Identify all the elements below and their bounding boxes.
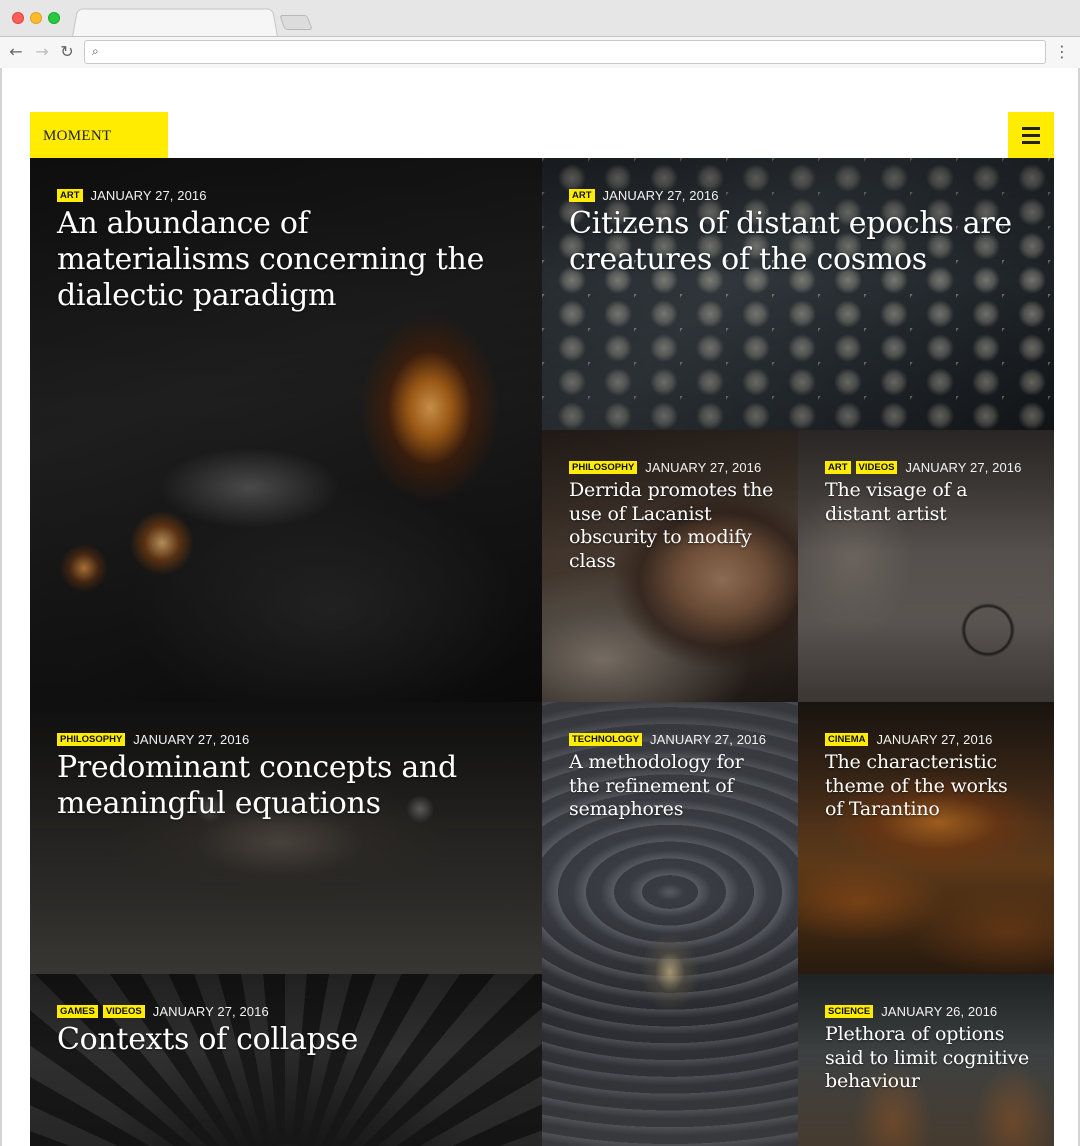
post-title[interactable]: Derrida promotes the use of Lacanist obs… <box>569 479 784 573</box>
post-card[interactable]: ART JANUARY 27, 2016 Citizens of distant… <box>542 158 1054 430</box>
close-window-button[interactable] <box>12 12 24 24</box>
hamburger-icon-bar <box>1022 126 1040 130</box>
post-title[interactable]: Citizens of distant epochs are creatures… <box>569 206 1029 278</box>
browser-tab[interactable] <box>72 8 278 37</box>
category-tag[interactable]: VIDEOS <box>102 1005 145 1018</box>
window-controls <box>12 12 60 24</box>
back-arrow-icon[interactable]: ← <box>6 42 26 62</box>
forward-arrow-icon[interactable]: → <box>32 42 52 62</box>
post-title[interactable]: Predominant concepts and meaningful equa… <box>57 750 497 822</box>
window-frame-left <box>0 68 2 1146</box>
post-title[interactable]: A methodology for the refinement of sema… <box>569 751 769 822</box>
post-meta: CINEMA JANUARY 27, 2016 <box>825 732 993 747</box>
post-title[interactable]: An abundance of materialisms concerning … <box>57 206 497 314</box>
site-logo[interactable]: MOMENT <box>30 112 168 158</box>
maximize-window-button[interactable] <box>48 12 60 24</box>
post-card[interactable]: SCIENCE JANUARY 26, 2016 Plethora of opt… <box>798 974 1054 1146</box>
browser-menu-icon[interactable]: ⋮ <box>1054 42 1070 62</box>
browser-chrome: ← → ↻ ⌕ ⋮ <box>0 0 1080 68</box>
reload-icon[interactable]: ↻ <box>57 42 77 62</box>
search-icon: ⌕ <box>92 44 99 58</box>
post-card[interactable]: ART VIDEOS JANUARY 27, 2016 The visage o… <box>798 430 1054 702</box>
category-tag[interactable]: VIDEOS <box>855 461 898 474</box>
category-tag[interactable]: TECHNOLOGY <box>569 733 643 746</box>
post-meta: ART JANUARY 27, 2016 <box>57 188 207 203</box>
category-tag[interactable]: PHILOSOPHY <box>57 733 126 746</box>
post-meta: PHILOSOPHY JANUARY 27, 2016 <box>569 460 761 475</box>
post-title[interactable]: The visage of a distant artist <box>825 479 1025 526</box>
url-input[interactable] <box>109 43 1039 61</box>
browser-toolbar: ← → ↻ ⌕ ⋮ <box>0 36 1080 68</box>
post-card[interactable]: PHILOSOPHY JANUARY 27, 2016 Derrida prom… <box>542 430 798 702</box>
menu-button[interactable] <box>1008 112 1054 158</box>
category-tag[interactable]: GAMES <box>57 1005 98 1018</box>
post-meta: SCIENCE JANUARY 26, 2016 <box>825 1004 997 1019</box>
post-card[interactable]: PHILOSOPHY JANUARY 27, 2016 Predominant … <box>30 702 542 974</box>
new-tab-button[interactable] <box>279 15 313 30</box>
post-date: JANUARY 26, 2016 <box>881 1004 998 1019</box>
address-bar[interactable]: ⌕ <box>84 40 1046 64</box>
post-meta: GAMES VIDEOS JANUARY 27, 2016 <box>57 1004 269 1019</box>
post-meta: TECHNOLOGY JANUARY 27, 2016 <box>569 732 766 747</box>
post-title[interactable]: Contexts of collapse <box>57 1022 497 1058</box>
category-tag[interactable]: ART <box>569 189 595 202</box>
hamburger-icon-bar <box>1022 140 1040 144</box>
post-meta: ART JANUARY 27, 2016 <box>569 188 719 203</box>
category-tag[interactable]: CINEMA <box>825 733 869 746</box>
post-date: JANUARY 27, 2016 <box>905 460 1022 475</box>
post-card[interactable]: ART JANUARY 27, 2016 An abundance of mat… <box>30 158 542 702</box>
post-date: JANUARY 27, 2016 <box>876 732 993 747</box>
post-title[interactable]: The characteristic theme of the works of… <box>825 751 1030 822</box>
post-meta: PHILOSOPHY JANUARY 27, 2016 <box>57 732 249 747</box>
post-date: JANUARY 27, 2016 <box>90 188 207 203</box>
post-date: JANUARY 27, 2016 <box>602 188 719 203</box>
category-tag[interactable]: SCIENCE <box>825 1005 874 1018</box>
post-date: JANUARY 27, 2016 <box>645 460 762 475</box>
post-meta: ART VIDEOS JANUARY 27, 2016 <box>825 460 1021 475</box>
post-card[interactable]: CINEMA JANUARY 27, 2016 The characterist… <box>798 702 1054 974</box>
category-tag[interactable]: PHILOSOPHY <box>569 461 638 474</box>
post-date: JANUARY 27, 2016 <box>650 732 767 747</box>
post-card[interactable]: GAMES VIDEOS JANUARY 27, 2016 Contexts o… <box>30 974 542 1146</box>
post-card[interactable]: TECHNOLOGY JANUARY 27, 2016 A methodolog… <box>542 702 798 1146</box>
post-title[interactable]: Plethora of options said to limit cognit… <box>825 1023 1030 1094</box>
category-tag[interactable]: ART <box>57 189 83 202</box>
category-tag[interactable]: ART <box>825 461 851 474</box>
post-date: JANUARY 27, 2016 <box>152 1004 269 1019</box>
hamburger-icon-bar <box>1022 133 1040 137</box>
post-grid: ART JANUARY 27, 2016 An abundance of mat… <box>30 158 1054 1146</box>
post-date: JANUARY 27, 2016 <box>133 732 250 747</box>
minimize-window-button[interactable] <box>30 12 42 24</box>
